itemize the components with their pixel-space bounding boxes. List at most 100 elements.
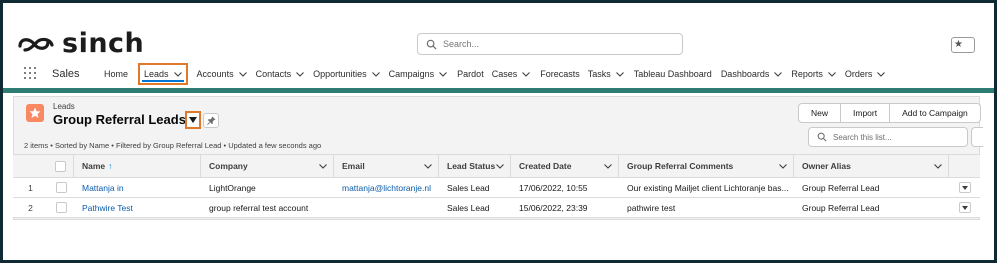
list-view-dropdown-button[interactable] — [185, 111, 201, 129]
nav-item-orders[interactable]: Orders — [845, 62, 886, 86]
lead-name-link[interactable]: Mattanja in — [74, 178, 201, 197]
row-select-cell — [48, 198, 74, 217]
chevron-down-icon[interactable] — [877, 71, 886, 77]
table-body: 1 Mattanja in LightOrange mattanja@lichtora… — [13, 178, 980, 218]
nav-item-contacts[interactable]: Contacts — [256, 62, 305, 86]
nav-item-label: Forecasts — [540, 69, 580, 79]
row-checkbox[interactable] — [55, 202, 67, 213]
row-actions-header — [949, 155, 980, 177]
chevron-down-icon[interactable] — [439, 71, 448, 77]
column-header-label: Lead Status — [447, 161, 496, 171]
chevron-down-icon[interactable] — [319, 164, 327, 169]
nav-item-pardot[interactable]: Pardot — [457, 62, 484, 86]
select-all-checkbox[interactable] — [55, 160, 66, 172]
column-header-label: Company — [209, 161, 248, 171]
column-header-name[interactable]: Name ↑ — [74, 155, 201, 177]
chevron-down-icon[interactable] — [238, 71, 247, 77]
list-view-actions: New Import Add to Campaign — [798, 103, 981, 123]
sort-ascending-icon: ↑ — [108, 161, 113, 171]
nav-item-tasks[interactable]: Tasks — [588, 62, 624, 86]
chevron-down-icon[interactable] — [424, 164, 432, 169]
pin-list-view-button[interactable] — [203, 113, 219, 128]
chevron-down-icon[interactable] — [779, 164, 787, 169]
list-view-controls-button[interactable] — [971, 127, 983, 147]
favorites-button[interactable]: ★ — [951, 37, 975, 53]
row-action-cell — [949, 198, 980, 217]
lead-status-cell: Sales Lead — [447, 202, 490, 213]
row-number: 1 — [28, 182, 33, 193]
sinch-logo-icon — [18, 37, 54, 52]
chevron-down-icon[interactable] — [496, 164, 504, 169]
select-all-header — [48, 155, 74, 177]
chevron-down-icon[interactable] — [827, 71, 836, 77]
column-header-lead-status[interactable]: Lead Status — [439, 155, 511, 177]
new-button[interactable]: New — [799, 104, 842, 122]
chevron-down-icon[interactable] — [604, 164, 612, 169]
caret-down-icon — [961, 205, 968, 210]
import-button[interactable]: Import — [841, 104, 891, 122]
nav-item-label: Home — [104, 69, 129, 79]
caret-down-icon — [189, 117, 197, 123]
nav-item-opportunities[interactable]: Opportunities — [313, 62, 380, 86]
list-view-title[interactable]: Group Referral Leads — [53, 112, 186, 127]
row-actions-button[interactable] — [958, 182, 971, 193]
nav-item-leads[interactable]: Leads — [138, 63, 188, 85]
row-action-cell — [949, 178, 980, 197]
row-number: 2 — [28, 202, 33, 213]
nav-item-label: Accounts — [196, 69, 234, 79]
chevron-down-icon[interactable] — [296, 71, 304, 77]
chevron-down-icon[interactable] — [371, 71, 380, 77]
owner-alias-cell: Group Referral Lead — [802, 182, 880, 193]
pin-icon — [206, 116, 216, 125]
email-link[interactable]: mattanja@lichtoranje.nl — [334, 178, 439, 197]
star-icon: ★ — [954, 39, 963, 50]
sinch-logo: sinch — [17, 30, 144, 57]
chevron-down-icon[interactable] — [615, 71, 624, 77]
nav-items: Home Leads Accounts Contacts Opportunities Ca… — [104, 62, 886, 86]
nav-item-accounts[interactable]: Accounts — [197, 62, 247, 86]
created-date-cell: 15/06/2022, 23:39 — [519, 202, 588, 213]
chevron-down-icon[interactable] — [522, 71, 531, 77]
column-header-label: Name — [82, 161, 106, 171]
column-header-company[interactable]: Company — [201, 155, 334, 177]
column-header-owner-alias[interactable]: Owner Alias — [794, 155, 949, 177]
global-search-input[interactable]: Search... — [417, 33, 683, 55]
chevron-down-icon[interactable] — [173, 71, 182, 77]
lead-star-icon — [29, 107, 41, 118]
chevron-down-icon[interactable] — [934, 164, 942, 169]
email-link[interactable] — [334, 198, 439, 217]
global-search-placeholder: Search... — [443, 39, 480, 49]
nav-item-label: Pardot — [457, 69, 484, 79]
nav-item-tableau-dashboard[interactable]: Tableau Dashboard — [634, 62, 712, 86]
app-name: Sales — [52, 68, 80, 80]
nav-item-forecasts[interactable]: Forecasts — [540, 62, 580, 86]
company-cell: group referral test account — [209, 202, 309, 213]
row-checkbox[interactable] — [55, 182, 67, 193]
nav-item-label: Cases — [491, 69, 518, 79]
add-to-campaign-button[interactable]: Add to Campaign — [890, 104, 980, 122]
nav-accent-bar — [3, 88, 994, 93]
table-row: 2 Pathwire Test group referral test accoun… — [13, 198, 980, 218]
row-number-header — [13, 155, 48, 177]
app-launcher-icon[interactable] — [24, 67, 36, 79]
lead-name-link[interactable]: Pathwire Test — [74, 198, 201, 217]
nav-item-label: Tableau Dashboard — [633, 69, 712, 79]
column-header-created-date[interactable]: Created Date — [511, 155, 619, 177]
brand-name: sinch — [62, 28, 145, 59]
column-header-group-referral-comments[interactable]: Group Referral Comments — [619, 155, 794, 177]
navigation-bar: Sales Home Leads Accounts Contacts Opportuni… — [3, 62, 994, 89]
nav-item-home[interactable]: Home — [104, 62, 128, 86]
nav-item-dashboards[interactable]: Dashboards — [721, 62, 783, 86]
list-search-input[interactable]: Search this list... — [808, 127, 968, 147]
created-date-cell: 17/06/2022, 10:55 — [519, 182, 588, 193]
nav-item-reports[interactable]: Reports — [791, 62, 836, 86]
search-icon — [817, 132, 827, 142]
nav-item-label: Leads — [144, 69, 169, 79]
object-label: Leads — [53, 102, 75, 111]
chevron-down-icon[interactable] — [774, 71, 783, 77]
row-actions-button[interactable] — [958, 202, 971, 213]
column-header-email[interactable]: Email — [334, 155, 439, 177]
nav-item-cases[interactable]: Cases — [492, 62, 531, 86]
nav-item-campaigns[interactable]: Campaigns — [389, 62, 448, 86]
nav-item-label: Contacts — [255, 69, 292, 79]
